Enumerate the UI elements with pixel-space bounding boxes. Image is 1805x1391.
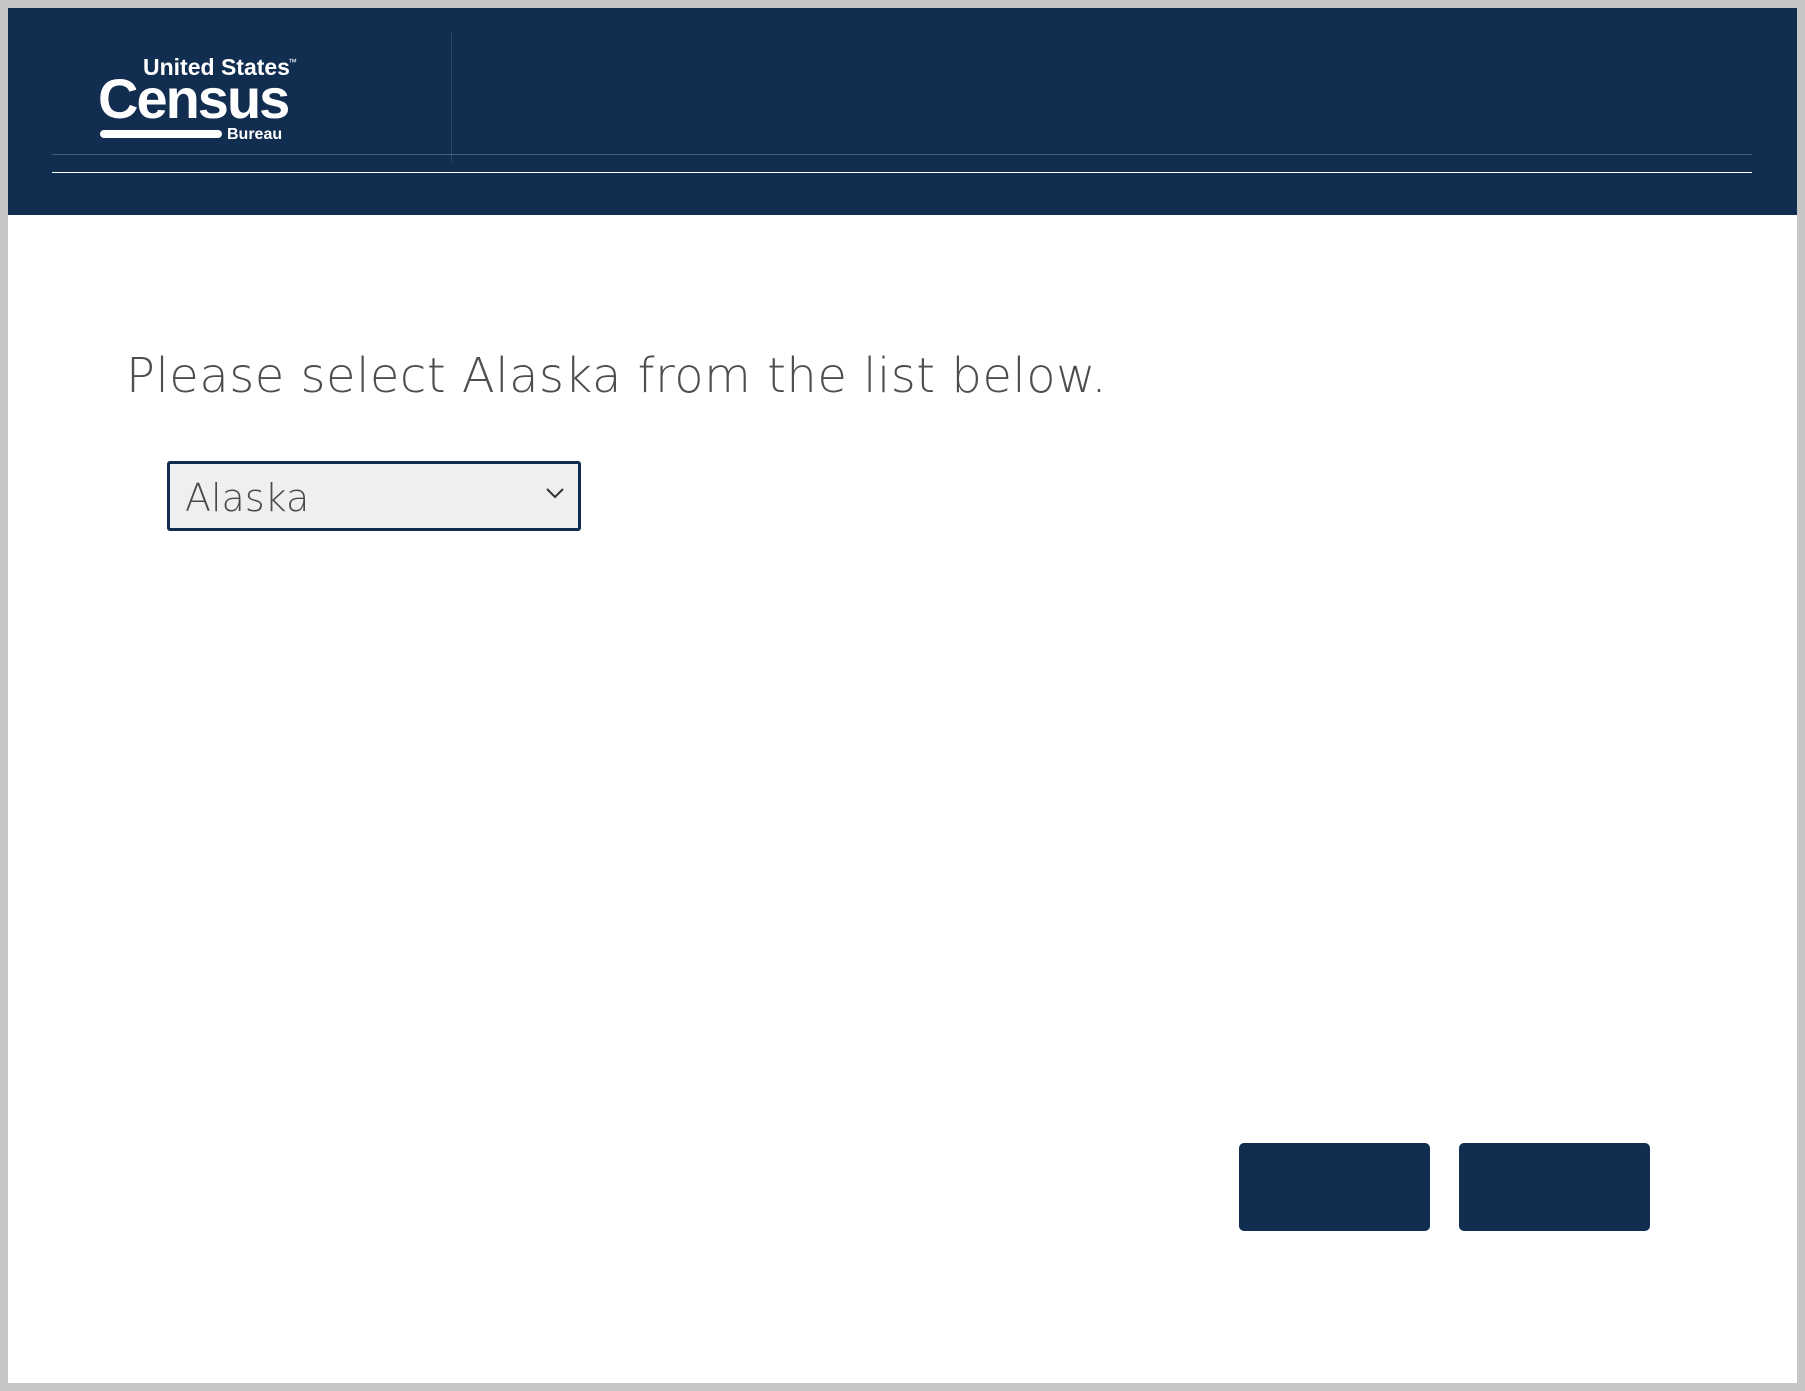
logo-swoosh (100, 130, 222, 138)
header-divider-thin (52, 154, 1752, 155)
site-header: United States ™ Census Bureau (8, 8, 1797, 215)
state-select-value: Alaska (185, 476, 310, 520)
logo-line2: Census (98, 67, 288, 130)
census-bureau-logo[interactable]: United States ™ Census Bureau (98, 53, 298, 143)
logo-trademark: ™ (288, 57, 297, 67)
page-frame: United States ™ Census Bureau Please sel… (8, 8, 1797, 1383)
chevron-down-icon (546, 488, 564, 499)
next-button[interactable] (1459, 1143, 1650, 1231)
header-divider (52, 172, 1752, 173)
question-prompt: Please select Alaska from the list below… (126, 348, 1108, 404)
state-select[interactable]: Alaska (167, 461, 581, 531)
logo-line3: Bureau (227, 126, 282, 143)
previous-button[interactable] (1239, 1143, 1430, 1231)
header-divider-vertical (451, 32, 452, 162)
